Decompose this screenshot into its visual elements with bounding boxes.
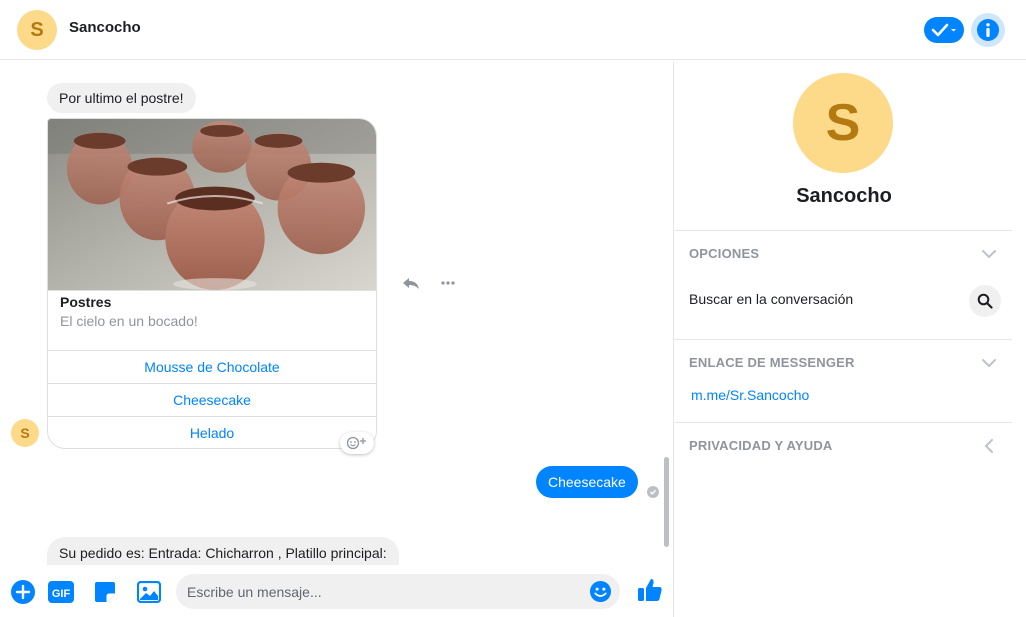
sticker-icon	[95, 582, 115, 602]
conversation-details-pane: S Sancocho OPCIONES Buscar en la convers…	[673, 61, 1026, 617]
svg-text:GIF: GIF	[52, 588, 71, 600]
emoji-icon[interactable]	[589, 580, 612, 603]
like-icon	[638, 579, 662, 601]
details-scroll-gutter	[1012, 61, 1026, 617]
search-icon	[977, 293, 993, 309]
generic-template-card: Postres El cielo en un bocado! Mousse de…	[47, 118, 377, 449]
details-avatar[interactable]: S	[793, 73, 893, 173]
info-button[interactable]	[971, 13, 1005, 47]
divider	[674, 339, 1014, 340]
messenger-link[interactable]: m.me/Sr.Sancocho	[691, 387, 809, 403]
messenger-link-section-title[interactable]: ENLACE DE MESSENGER	[689, 355, 855, 370]
gif-icon: GIF	[48, 581, 74, 603]
options-section-title[interactable]: OPCIONES	[689, 246, 759, 261]
divider	[674, 422, 1014, 423]
chevron-down-icon[interactable]	[979, 353, 999, 373]
search-conversation-button[interactable]	[969, 285, 1001, 317]
details-name: Sancocho	[796, 185, 892, 207]
image-button[interactable]	[136, 579, 162, 605]
image-icon	[137, 581, 161, 603]
messenger-window: S Sancocho Por ultimo el postre! Postres…	[0, 0, 1026, 617]
conversation-scrollbar[interactable]	[664, 457, 669, 547]
check-dropdown-icon	[931, 23, 956, 37]
sender-avatar[interactable]: S	[11, 419, 39, 447]
message-bubble[interactable]: Su pedido es: Entrada: Chicharron , Plat…	[47, 537, 399, 565]
chevron-left-icon[interactable]	[979, 436, 999, 456]
card-button-cheesecake[interactable]: Cheesecake	[48, 383, 376, 416]
message-bubble[interactable]: Por ultimo el postre!	[47, 83, 196, 113]
reply-icon[interactable]	[402, 276, 420, 290]
card-title: Postres	[60, 294, 112, 310]
privacy-section-title[interactable]: PRIVACIDAD Y AYUDA	[689, 438, 833, 453]
conversation-title[interactable]: Sancocho	[69, 19, 141, 36]
info-icon	[977, 19, 999, 41]
card-image[interactable]	[48, 119, 376, 291]
divider	[674, 230, 1014, 231]
sticker-button[interactable]	[92, 579, 118, 605]
message-list[interactable]: Por ultimo el postre! Postres El cielo e…	[0, 61, 673, 565]
card-subtitle: El cielo en un bocado!	[60, 313, 198, 329]
like-button[interactable]	[636, 576, 664, 604]
seen-indicator-icon	[647, 486, 659, 498]
message-input-wrapper	[176, 574, 620, 609]
check-dropdown-button[interactable]	[924, 17, 964, 43]
header-avatar[interactable]: S	[17, 10, 57, 50]
search-conversation-label[interactable]: Buscar en la conversación	[689, 291, 853, 307]
chevron-down-icon[interactable]	[979, 244, 999, 264]
plus-icon	[11, 580, 35, 604]
add-reaction-button[interactable]	[340, 432, 374, 454]
outgoing-message-bubble[interactable]: Cheesecake	[536, 466, 638, 498]
add-reaction-icon	[346, 436, 366, 450]
card-button-helado[interactable]: Helado	[48, 416, 376, 448]
gif-button[interactable]: GIF	[48, 579, 74, 605]
message-input[interactable]	[187, 574, 587, 609]
card-button-mousse[interactable]: Mousse de Chocolate	[48, 350, 376, 383]
more-options-icon[interactable]	[440, 280, 456, 286]
conversation-header: S Sancocho	[0, 0, 1026, 60]
message-actions	[402, 276, 462, 292]
plus-button[interactable]	[10, 579, 36, 605]
composer: GIF	[0, 565, 673, 617]
